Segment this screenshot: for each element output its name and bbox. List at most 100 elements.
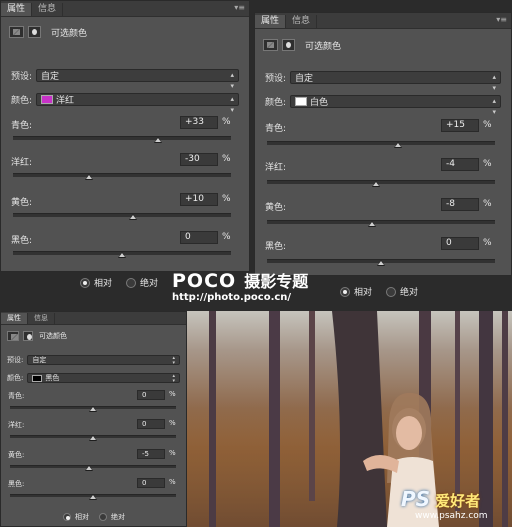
absolute-label: 绝对 — [140, 279, 159, 289]
relative-radio[interactable] — [63, 513, 71, 521]
slider-value-input[interactable]: +33 — [180, 116, 218, 129]
slider-thumb[interactable] — [118, 252, 126, 258]
absolute-radio[interactable] — [386, 286, 397, 297]
ps-logo: PS — [401, 487, 431, 511]
preset-select[interactable]: 自定 ▴ ▾ — [27, 355, 180, 366]
relative-radio[interactable] — [80, 277, 90, 288]
slider-value-input[interactable]: -4 — [441, 158, 479, 171]
slider-track[interactable] — [13, 173, 231, 177]
percent-unit: % — [169, 478, 176, 486]
slider-value-input[interactable]: -8 — [441, 198, 479, 211]
panel-header: 可选颜色 — [1, 17, 249, 47]
colors-label: 颜色: — [265, 98, 287, 108]
mask-icon[interactable] — [28, 26, 41, 38]
absolute-label: 绝对 — [400, 288, 419, 298]
slider-thumb[interactable] — [377, 260, 385, 266]
preset-select[interactable]: 自定 ▴ ▾ — [290, 71, 501, 92]
tab-properties[interactable]: 属性 — [255, 15, 287, 28]
colors-label: 颜色: — [7, 374, 24, 382]
tab-info[interactable]: 信息 — [28, 313, 55, 324]
slider-thumb[interactable] — [89, 494, 97, 500]
color-swatch — [41, 95, 54, 104]
panel-header: 可选颜色 — [1, 325, 186, 347]
slider-thumb[interactable] — [128, 214, 137, 220]
poco-brand: POCO — [172, 270, 237, 292]
slider-label: 黄色: — [8, 451, 25, 459]
slider-label: 青色: — [265, 124, 287, 134]
slider-value-input[interactable]: 0 — [137, 390, 165, 400]
slider-value-input[interactable]: -30 — [180, 153, 218, 166]
slider-thumb[interactable] — [85, 174, 94, 180]
select-arrows-icon: ▴ ▾ — [492, 73, 496, 92]
relative-label: 相对 — [75, 513, 89, 521]
tab-info[interactable]: 信息 — [32, 3, 64, 16]
color-swatch — [32, 374, 43, 382]
percent-unit: % — [483, 120, 492, 130]
preset-value: 自定 — [41, 72, 60, 82]
percent-unit: % — [169, 419, 176, 427]
percent-unit: % — [169, 390, 176, 398]
slider-value-input[interactable]: -5 — [137, 449, 165, 459]
selective-color-panel-magenta: 属性 信息 ▾≡ 可选颜色 预设: 自定 ▴ ▾ 颜色: 洋红 ▴ ▾ 青色: +3… — [0, 0, 250, 272]
colors-select[interactable]: 白色 ▴ ▾ — [290, 95, 501, 116]
preset-select[interactable]: 自定 ▴ ▾ — [36, 69, 239, 90]
percent-unit: % — [483, 159, 492, 169]
slider-black: 黑色: 0 % — [1, 231, 249, 261]
selective-color-panel-black: 属性 信息 可选颜色 预设: 自定 ▴ ▾ 颜色: 黑色 ▴ ▾ 青色: 0 % 洋… — [0, 311, 187, 527]
absolute-radio[interactable] — [126, 277, 137, 288]
slider-label: 黄色: — [265, 203, 287, 213]
adjustment-layer-icon — [7, 331, 19, 341]
slider-thumb[interactable] — [367, 221, 376, 227]
mode-radio-group: 相对 绝对 — [80, 276, 158, 289]
relative-label: 相对 — [94, 279, 113, 289]
tab-info[interactable]: 信息 — [286, 15, 318, 28]
percent-unit: % — [483, 199, 492, 209]
slider-value-input[interactable]: +15 — [441, 119, 479, 132]
slider-track[interactable] — [10, 465, 176, 468]
tab-properties[interactable]: 属性 — [1, 313, 28, 324]
preset-label: 预设: — [265, 74, 287, 84]
mode-radio-group: 相对 绝对 — [340, 285, 418, 298]
mask-icon[interactable] — [282, 39, 295, 51]
slider-label: 黄色: — [11, 198, 33, 208]
preset-value: 自定 — [32, 356, 47, 364]
mask-icon[interactable] — [23, 331, 33, 341]
slider-value-input[interactable]: 0 — [137, 419, 165, 429]
slider-value-input[interactable]: 0 — [180, 231, 218, 244]
relative-radio[interactable] — [340, 286, 350, 297]
slider-thumb[interactable] — [372, 181, 381, 187]
preset-row: 预设: 自定 ▴ ▾ — [1, 69, 249, 90]
preset-value: 自定 — [295, 74, 314, 84]
panel-menu-icon[interactable]: ▾≡ — [496, 15, 507, 24]
slider-magenta: 洋红: -4 % — [255, 158, 511, 188]
tab-properties[interactable]: 属性 — [1, 3, 33, 16]
slider-magenta: 洋红: -30 % — [1, 153, 249, 183]
slider-black: 黑色: 0 % — [255, 237, 511, 267]
slider-track[interactable] — [13, 213, 231, 217]
slider-thumb[interactable] — [89, 435, 97, 441]
select-arrows-icon: ▴ ▾ — [230, 71, 234, 90]
slider-thumb[interactable] — [89, 406, 97, 412]
slider-track[interactable] — [13, 136, 231, 140]
slider-track[interactable] — [267, 220, 495, 224]
slider-label: 黑色: — [11, 236, 33, 246]
slider-value-input[interactable]: 0 — [137, 478, 165, 488]
absolute-radio[interactable] — [99, 513, 107, 521]
slider-thumb[interactable] — [153, 137, 162, 143]
slider-thumb[interactable] — [394, 142, 403, 148]
slider-track[interactable] — [267, 180, 495, 184]
slider-thumb[interactable] — [84, 465, 93, 471]
panel-menu-icon[interactable]: ▾≡ — [234, 3, 245, 12]
slider-black: 黑色: 0 % — [1, 478, 186, 502]
preset-row: 预设: 自定 ▴ ▾ — [255, 71, 511, 92]
slider-value-input[interactable]: +10 — [180, 193, 218, 206]
percent-unit: % — [222, 194, 231, 204]
adjustment-layer-icon — [263, 39, 278, 51]
colors-value: 白色 — [310, 98, 329, 108]
select-arrows-icon: ▴ ▾ — [172, 373, 175, 384]
colors-row: 颜色: 白色 ▴ ▾ — [255, 95, 511, 116]
slider-track[interactable] — [267, 141, 495, 145]
colors-select[interactable]: 洋红 ▴ ▾ — [36, 93, 239, 114]
slider-value-input[interactable]: 0 — [441, 237, 479, 250]
colors-select[interactable]: 黑色 ▴ ▾ — [27, 373, 180, 384]
